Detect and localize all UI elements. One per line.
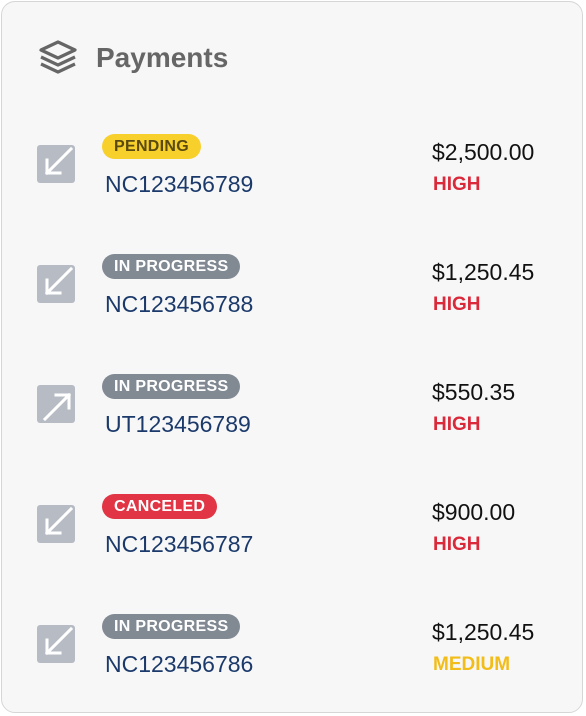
arrow-up-right-icon [37,385,75,423]
payment-reference: UT123456789 [105,411,251,437]
payment-reference: NC123456788 [105,291,254,317]
payment-amount: $1,250.45 [432,259,535,285]
payment-reference: NC123456787 [105,531,254,557]
priority-label: HIGH [433,534,481,555]
payment-reference: NC123456789 [105,171,254,197]
layers-icon [36,36,80,80]
status-badge: IN PROGRESS [102,374,241,399]
priority-label: HIGH [433,294,481,315]
priority-label: HIGH [433,174,481,195]
status-badge: IN PROGRESS [102,254,241,279]
status-badge: PENDING [102,134,201,159]
payment-amount: $2,500.00 [432,139,535,165]
payment-amount: $1,250.45 [432,619,535,645]
payments-card: Payments PENDING NC123456789 $2,500.00 H… [1,1,583,713]
arrow-down-left-icon [37,145,75,183]
priority-label: HIGH [433,414,481,435]
card-header: Payments [36,36,228,80]
arrow-down-left-icon [37,625,75,663]
priority-label: MEDIUM [433,654,511,675]
arrow-down-left-icon [37,265,75,303]
arrow-down-left-icon [37,505,75,543]
status-badge: CANCELED [102,494,218,519]
status-badge: IN PROGRESS [102,614,241,639]
payment-reference: NC123456786 [105,651,254,677]
payment-amount: $550.35 [432,379,516,405]
payment-amount: $900.00 [432,499,516,525]
card-title: Payments [96,42,229,73]
